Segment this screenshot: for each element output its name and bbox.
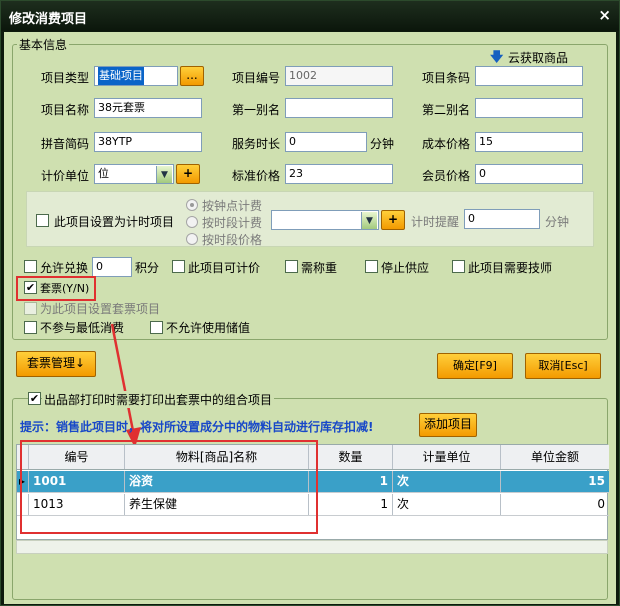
row-qty: 1	[309, 494, 393, 515]
col-amount[interactable]: 单位金额	[501, 445, 609, 469]
close-icon[interactable]: ×	[598, 6, 611, 24]
row-unit: 次	[393, 471, 501, 492]
print-combo-label: 出品部打印时需要打印出套票中的组合项目	[42, 391, 275, 408]
title-bar[interactable]: 修改消费项目 ×	[1, 1, 619, 31]
col-qty[interactable]: 数量	[309, 445, 393, 469]
row-amount: 15	[588, 474, 605, 488]
row-amount: 0	[597, 497, 605, 511]
dialog-window: 修改消费项目 × 基本信息 🡇 云获取商品 项目类型 基础项目 ... 项目编号…	[0, 0, 620, 606]
print-combo-checkbox[interactable]: ✔	[28, 392, 41, 405]
horizontal-scrollbar[interactable]	[16, 540, 608, 554]
add-item-button[interactable]: 添加项目	[419, 413, 477, 437]
dialog-body: 基本信息 🡇 云获取商品 项目类型 基础项目 ... 项目编号 1002 项目条…	[4, 32, 616, 604]
row-qty: 1	[309, 471, 393, 492]
row-unit: 次	[393, 494, 501, 515]
window-title: 修改消费项目	[9, 12, 88, 27]
annotation-box-table	[20, 440, 318, 534]
stock-deduct-hint: 提示：销售此项目时，将对所设置成分中的物料自动进行库存扣减!	[20, 420, 374, 434]
col-unit[interactable]: 计量单位	[393, 445, 501, 469]
